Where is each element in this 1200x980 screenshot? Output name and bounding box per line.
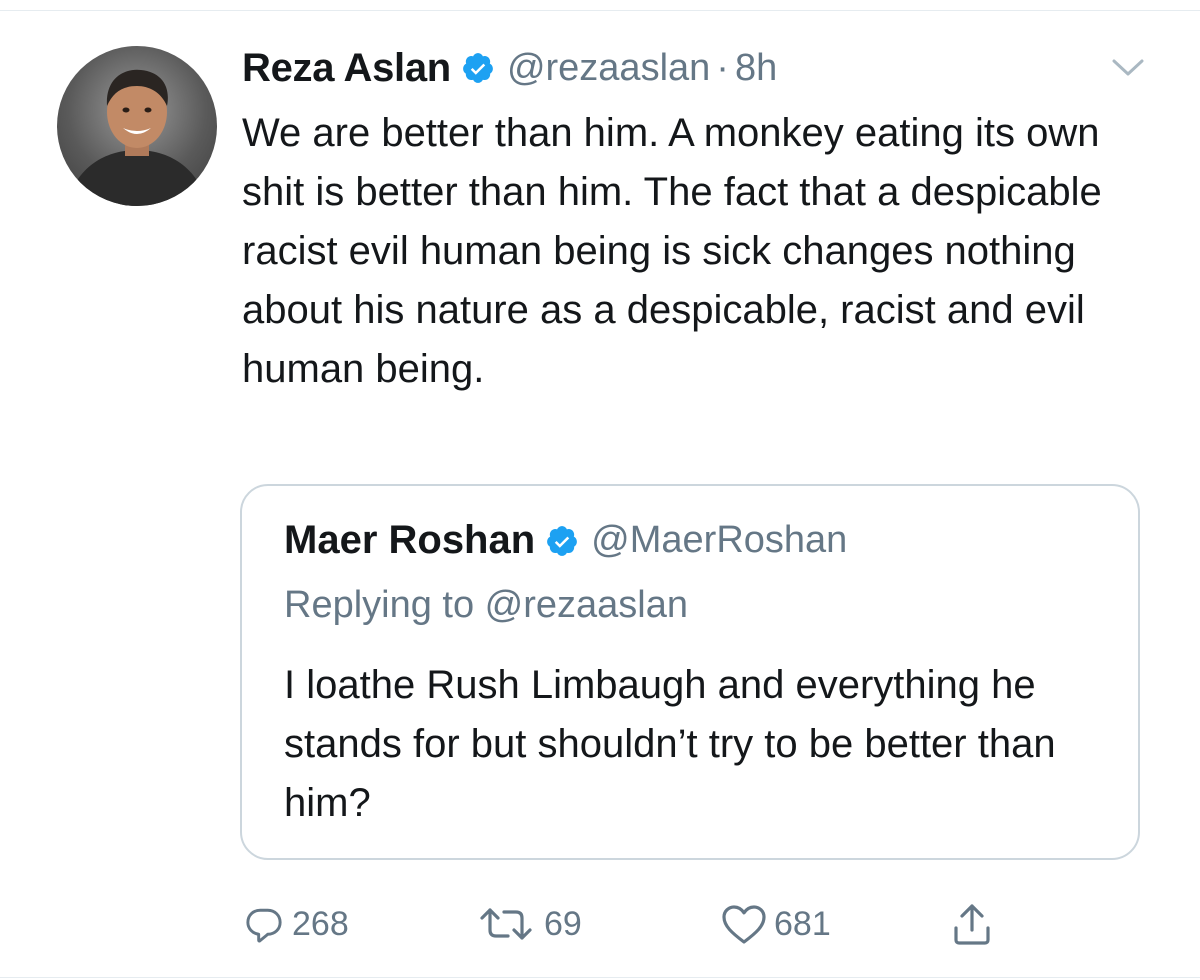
author-name[interactable]: Reza Aslan: [242, 46, 451, 91]
reply-bubble-icon: [242, 902, 292, 946]
tweet-actions-bar: 268 69 681: [242, 898, 1022, 950]
quoted-author-name: Maer Roshan: [284, 518, 536, 562]
like-count: 681: [774, 904, 831, 943]
like-button[interactable]: 681: [720, 898, 831, 950]
retweet-icon: [474, 902, 544, 946]
reply-button[interactable]: 268: [242, 898, 349, 950]
tweet-timestamp[interactable]: 8h: [735, 47, 777, 90]
reply-count: 268: [292, 904, 349, 943]
tweet-text: We are better than him. A monkey eating …: [242, 111, 1102, 391]
retweet-count: 69: [544, 904, 582, 943]
author-handle[interactable]: @rezaaslan: [507, 47, 710, 90]
avatar-portrait: [67, 69, 207, 206]
top-divider: [0, 10, 1200, 11]
header-separator: ·: [716, 46, 729, 89]
bottom-divider: [0, 977, 1200, 978]
verified-badge-icon: [545, 524, 579, 558]
author-avatar[interactable]: [57, 46, 217, 206]
quoted-tweet-text: I loathe Rush Limbaugh and everything he…: [284, 663, 1056, 825]
retweet-button[interactable]: 69: [474, 898, 582, 950]
replying-to-label: Replying to @rezaaslan: [284, 584, 689, 626]
share-button[interactable]: [950, 898, 1000, 950]
quoted-author-handle: @MaerRoshan: [591, 519, 848, 561]
heart-icon: [720, 902, 774, 946]
tweet-header: Reza Aslan @rezaaslan · 8h: [242, 42, 777, 94]
chevron-down-icon[interactable]: [1108, 52, 1148, 82]
quoted-tweet-card[interactable]: Maer Roshan @MaerRoshan Replying to @rez…: [240, 484, 1140, 860]
quoted-tweet-header: Maer Roshan @MaerRoshan: [284, 518, 847, 563]
verified-badge-icon: [461, 51, 495, 85]
share-icon: [950, 900, 1000, 948]
